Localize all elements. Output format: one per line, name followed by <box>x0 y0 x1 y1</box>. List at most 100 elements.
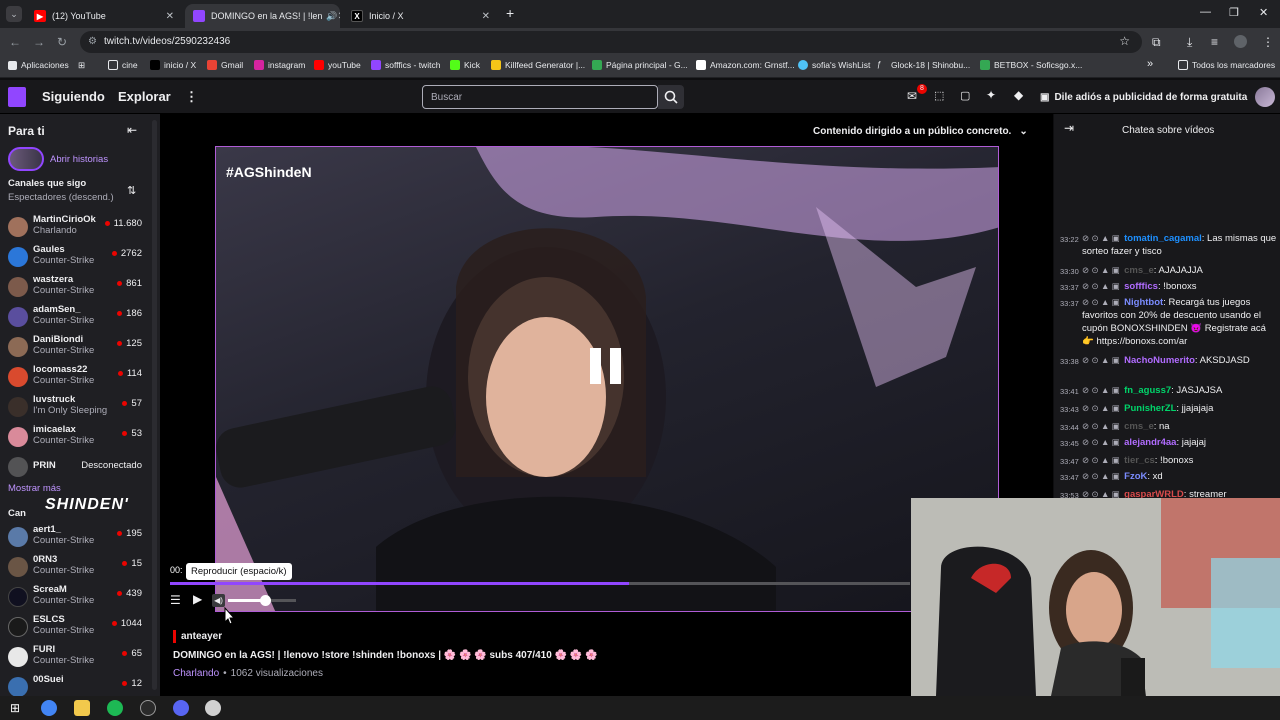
video-frame[interactable]: #AGShindeN <box>215 146 999 612</box>
profile-avatar[interactable] <box>1234 35 1247 48</box>
grid-icon[interactable]: ⊞ <box>78 60 85 71</box>
site-info-icon[interactable]: ⚙ <box>88 36 97 47</box>
twitch-logo-icon[interactable] <box>8 87 26 107</box>
playlist-icon[interactable]: ☰ <box>170 593 181 607</box>
all-bookmarks-folder[interactable]: Todos los marcadores <box>1178 60 1275 70</box>
channel-item[interactable]: 00Suei 12 <box>0 672 150 696</box>
media-control-icon[interactable]: ≡ <box>1211 35 1218 49</box>
bookmark-sofffics[interactable]: sofffics - twitch <box>371 60 440 70</box>
user-avatar[interactable] <box>1255 87 1275 107</box>
channel-item[interactable]: ScreaM Counter-Strike 439 <box>0 582 150 612</box>
chat-username[interactable]: tomatin_cagamal <box>1124 233 1202 244</box>
address-bar[interactable]: ⚙ twitch.tv/videos/2590232436 ☆ <box>80 31 1142 53</box>
channel-item[interactable]: FURI Counter-Strike 65 <box>0 642 150 672</box>
download-icon[interactable]: ⤓ <box>1187 35 1192 50</box>
bookmark-amazon[interactable]: Amazon.com: Grnstf... <box>696 60 795 70</box>
volume-slider[interactable] <box>228 595 296 606</box>
chat-username[interactable]: alejandr4aa <box>1124 437 1176 448</box>
audience-notice[interactable]: Contenido dirigido a un público concreto… <box>813 126 1028 137</box>
mod-tools-icon[interactable]: ⊘ ⊙ ▲ ▣ <box>1082 455 1122 465</box>
reload-icon[interactable]: ↻ <box>57 35 67 49</box>
channel-item[interactable]: aert1_ Counter-Strike 195 <box>0 522 150 552</box>
mod-tools-icon[interactable]: ⊘ ⊙ ▲ ▣ <box>1082 233 1122 243</box>
nav-browse[interactable]: Explorar <box>118 89 171 104</box>
channel-item[interactable]: Gaules Counter-Strike 2762 <box>0 242 150 272</box>
more-bookmarks-button[interactable]: » <box>1147 58 1153 70</box>
bookmark-instagram[interactable]: instagram <box>254 60 305 70</box>
mod-tools-icon[interactable]: ⊘ ⊙ ▲ ▣ <box>1082 403 1122 413</box>
chat-username[interactable]: NachoNumerito <box>1124 355 1195 366</box>
prime-icon[interactable]: ◆ <box>1014 88 1023 102</box>
bookmark-star-icon[interactable]: ☆ <box>1119 34 1130 48</box>
forward-icon[interactable]: → <box>33 35 45 49</box>
bookmark-killfeed[interactable]: Killfeed Generator |... <box>491 60 585 70</box>
file-explorer-icon[interactable] <box>74 700 90 716</box>
collapse-chat-icon[interactable]: ⇥ <box>1064 121 1074 135</box>
channel-item[interactable]: 0RN3 Counter-Strike 15 <box>0 552 150 582</box>
sidebar-scrollbar[interactable] <box>152 120 157 690</box>
bookmark-google-page[interactable]: Página principal - G... <box>592 60 688 70</box>
channel-item[interactable]: luvstruck I'm Only Sleeping 57 <box>0 392 150 422</box>
nav-more-icon[interactable]: ⋮ <box>185 89 198 105</box>
volume-button[interactable]: ◀) <box>212 594 225 607</box>
category-link[interactable]: Charlando <box>173 668 219 679</box>
bookmark-betbox[interactable]: BETBOX - Soficsgo.x... <box>980 60 1082 70</box>
bookmark-cine[interactable]: cine <box>108 60 138 70</box>
extensions-icon[interactable]: ⧉ <box>1152 35 1161 50</box>
channel-item[interactable]: wastzera Counter-Strike 861 <box>0 272 150 302</box>
speaker-icon[interactable]: 🔊 <box>326 11 337 22</box>
channel-item-offline[interactable]: PRIN Desconectado <box>0 452 150 482</box>
tab-youtube[interactable]: ▶ (12) YouTube ✕ <box>26 4 182 28</box>
inbox-icon[interactable]: ✉ <box>907 89 917 103</box>
bookmark-kick[interactable]: Kick <box>450 60 480 70</box>
mod-tools-icon[interactable]: ⊘ ⊙ ▲ ▣ <box>1082 265 1122 275</box>
mod-tools-icon[interactable]: ⊘ ⊙ ▲ ▣ <box>1082 385 1122 395</box>
drops-icon[interactable]: ✦ <box>986 88 996 102</box>
chat-username[interactable]: FzoK <box>1124 471 1147 482</box>
mod-tools-icon[interactable]: ⊘ ⊙ ▲ ▣ <box>1082 437 1122 447</box>
close-icon[interactable]: ✕ <box>166 11 174 22</box>
bookmark-apps[interactable]: Aplicaciones <box>8 60 69 70</box>
tab-twitch[interactable]: DOMINGO en la AGS! | !len 🔊 ✕ <box>185 4 340 28</box>
sort-icon[interactable]: ⇅ <box>127 184 136 197</box>
restore-button[interactable]: ❐ <box>1229 6 1239 19</box>
mod-tools-icon[interactable]: ⊘ ⊙ ▲ ▣ <box>1082 281 1122 291</box>
chat-username[interactable]: fn_aguss7 <box>1124 385 1171 396</box>
whispers-icon[interactable]: ▢ <box>960 89 970 102</box>
show-more-link[interactable]: Mostrar más <box>8 483 61 494</box>
app-icon[interactable] <box>205 700 221 716</box>
chat-username[interactable]: PunisherZL <box>1124 403 1176 414</box>
bookmark-wishlist[interactable]: sofia's WishList <box>798 60 870 70</box>
search-button[interactable] <box>658 85 684 109</box>
minimize-button[interactable]: — <box>1200 6 1211 18</box>
chrome-icon[interactable] <box>41 700 57 716</box>
search-input[interactable]: Buscar <box>422 85 658 109</box>
close-icon[interactable]: ✕ <box>338 11 340 22</box>
bookmark-youtube[interactable]: youTube <box>314 60 361 70</box>
back-icon[interactable]: ← <box>9 35 21 49</box>
seek-bar[interactable] <box>170 582 910 585</box>
ad-free-button[interactable]: ▣ Dile adiós a publicidad de forma gratu… <box>1040 85 1247 109</box>
chat-username[interactable]: cms_e <box>1124 421 1154 432</box>
cs-icon[interactable] <box>140 700 156 716</box>
close-icon[interactable]: ✕ <box>482 11 490 22</box>
bookmark-gmail[interactable]: Gmail <box>207 60 243 70</box>
tab-search-button[interactable]: ⌄ <box>6 6 22 22</box>
channel-item[interactable]: DaniBiondi Counter-Strike 125 <box>0 332 150 362</box>
mod-tools-icon[interactable]: ⊘ ⊙ ▲ ▣ <box>1082 421 1122 431</box>
notifications-icon[interactable]: ⬚ <box>934 89 944 102</box>
bookmark-glock[interactable]: ƒ Glock-18 | Shinobu... <box>877 60 970 70</box>
stories-button[interactable]: Abrir historias <box>8 147 108 171</box>
bookmark-x[interactable]: inicio / X <box>150 60 196 70</box>
tab-x[interactable]: X Inicio / X ✕ <box>343 4 498 28</box>
play-button[interactable]: ▶ <box>193 592 202 606</box>
channel-item[interactable]: imicaelax Counter-Strike 53 <box>0 422 150 452</box>
nav-following[interactable]: Siguiendo <box>42 89 105 104</box>
chat-username[interactable]: Nightbot <box>1124 297 1163 308</box>
mod-tools-icon[interactable]: ⊘ ⊙ ▲ ▣ <box>1082 355 1122 365</box>
windows-start-icon[interactable]: ⊞ <box>10 701 20 715</box>
new-tab-button[interactable]: + <box>506 5 514 21</box>
channel-item[interactable]: adamSen_ Counter-Strike 186 <box>0 302 150 332</box>
chat-username[interactable]: cms_e <box>1124 265 1154 276</box>
mod-tools-icon[interactable]: ⊘ ⊙ ▲ ▣ <box>1082 297 1122 307</box>
